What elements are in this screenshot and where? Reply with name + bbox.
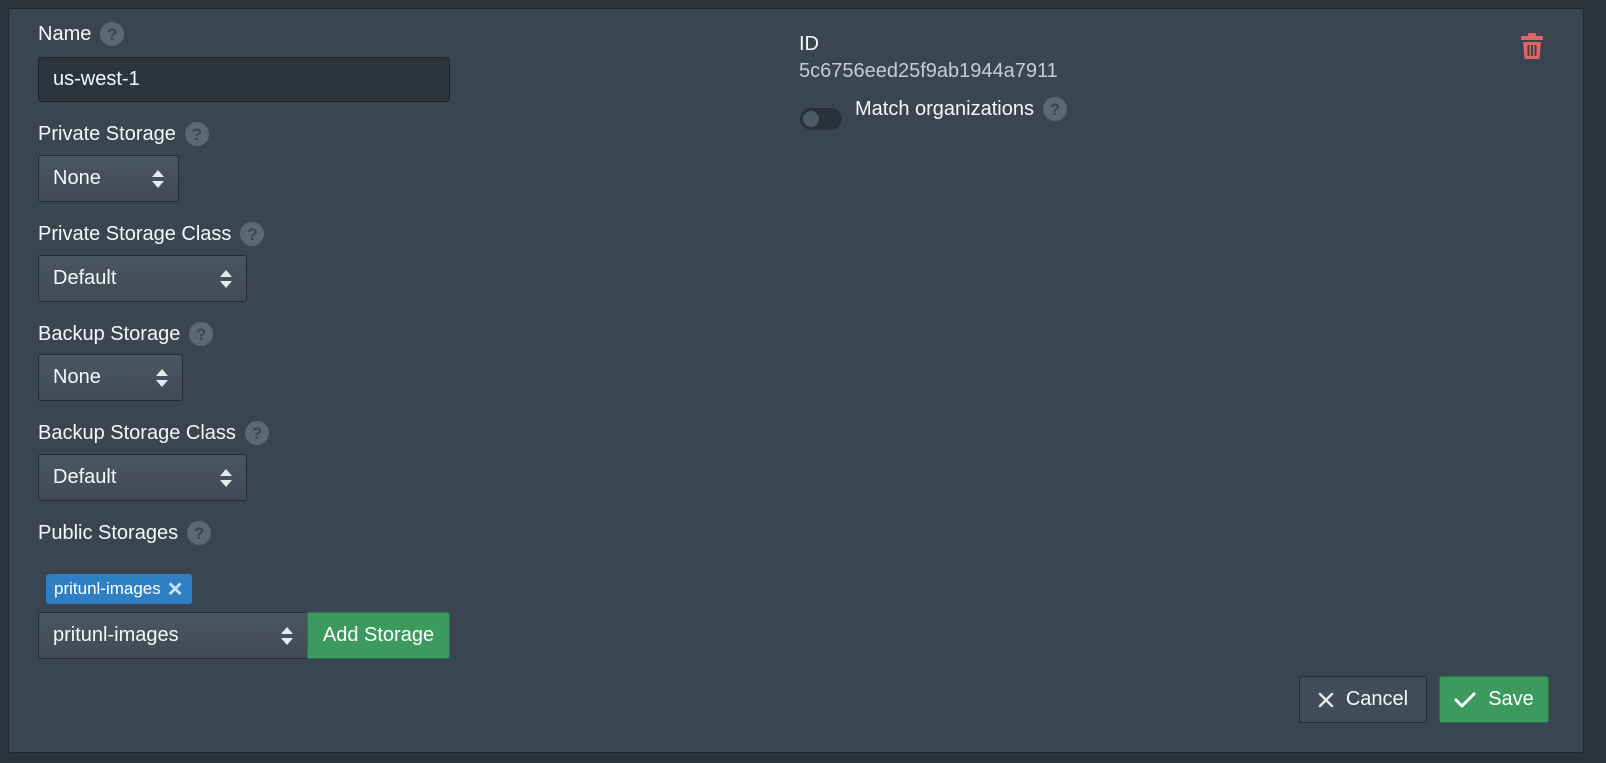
backup-storage-label-text: Backup Storage bbox=[38, 322, 181, 345]
public-storages-label: Public Storages ? bbox=[38, 521, 212, 545]
check-icon bbox=[1454, 692, 1476, 707]
help-icon[interactable]: ? bbox=[244, 421, 269, 445]
private-storage-class-select[interactable]: Default bbox=[38, 255, 247, 302]
save-label: Save bbox=[1488, 688, 1534, 710]
private-storage-class-selected: Default bbox=[53, 267, 117, 289]
help-icon[interactable]: ? bbox=[184, 122, 209, 146]
match-organizations-toggle[interactable] bbox=[800, 108, 842, 130]
help-icon[interactable]: ? bbox=[187, 521, 212, 545]
toggle-knob bbox=[803, 111, 819, 127]
backup-storage-class-selected: Default bbox=[53, 466, 117, 488]
private-storage-select[interactable]: None bbox=[38, 155, 179, 202]
public-storage-selected: pritunl-images bbox=[53, 624, 179, 646]
match-organizations-label-text: Match organizations bbox=[855, 97, 1034, 120]
backup-storage-select[interactable]: None bbox=[38, 354, 183, 401]
help-icon[interactable]: ? bbox=[100, 22, 125, 46]
select-arrows-icon bbox=[281, 626, 293, 645]
backup-storage-class-select[interactable]: Default bbox=[38, 454, 247, 501]
zone-settings-panel: Name ? us-west-1 Private Storage ? None … bbox=[8, 8, 1584, 753]
select-arrows-icon bbox=[220, 269, 232, 288]
private-storage-label-text: Private Storage bbox=[38, 122, 176, 145]
cancel-label: Cancel bbox=[1345, 688, 1409, 710]
select-arrows-icon bbox=[156, 368, 168, 387]
private-storage-label: Private Storage ? bbox=[38, 122, 209, 146]
private-storage-class-label-text: Private Storage Class bbox=[38, 222, 232, 245]
help-icon[interactable]: ? bbox=[189, 322, 214, 346]
trash-icon[interactable] bbox=[1521, 33, 1543, 59]
add-storage-label: Add Storage bbox=[322, 624, 435, 646]
remove-tag-icon[interactable]: ✕ bbox=[167, 577, 184, 602]
cancel-button[interactable]: Cancel bbox=[1299, 676, 1427, 723]
help-icon[interactable]: ? bbox=[240, 222, 265, 246]
name-label-text: Name bbox=[38, 22, 92, 45]
match-organizations-label: Match organizations ? bbox=[855, 97, 1067, 121]
backup-storage-class-label: Backup Storage Class ? bbox=[38, 421, 269, 445]
add-storage-button[interactable]: Add Storage bbox=[307, 612, 450, 659]
close-icon bbox=[1318, 692, 1334, 707]
id-value: 5c6756eed25f9ab1944a7911 bbox=[799, 60, 1058, 82]
name-input[interactable]: us-west-1 bbox=[38, 57, 450, 102]
public-storage-tag: pritunl-images ✕ bbox=[46, 574, 192, 604]
backup-storage-class-label-text: Backup Storage Class bbox=[38, 421, 236, 444]
help-icon[interactable]: ? bbox=[1042, 97, 1067, 121]
public-storage-select[interactable]: pritunl-images bbox=[38, 612, 308, 659]
id-label: ID bbox=[799, 33, 819, 55]
backup-storage-selected: None bbox=[53, 366, 101, 388]
save-button[interactable]: Save bbox=[1439, 676, 1549, 723]
select-arrows-icon bbox=[220, 468, 232, 487]
private-storage-selected: None bbox=[53, 167, 101, 189]
public-storage-tag-label: pritunl-images bbox=[54, 579, 161, 598]
public-storages-label-text: Public Storages bbox=[38, 521, 179, 544]
name-input-value: us-west-1 bbox=[53, 68, 140, 90]
private-storage-class-label: Private Storage Class ? bbox=[38, 222, 265, 246]
backup-storage-label: Backup Storage ? bbox=[38, 322, 214, 346]
select-arrows-icon bbox=[152, 169, 164, 188]
name-label: Name ? bbox=[38, 22, 125, 46]
